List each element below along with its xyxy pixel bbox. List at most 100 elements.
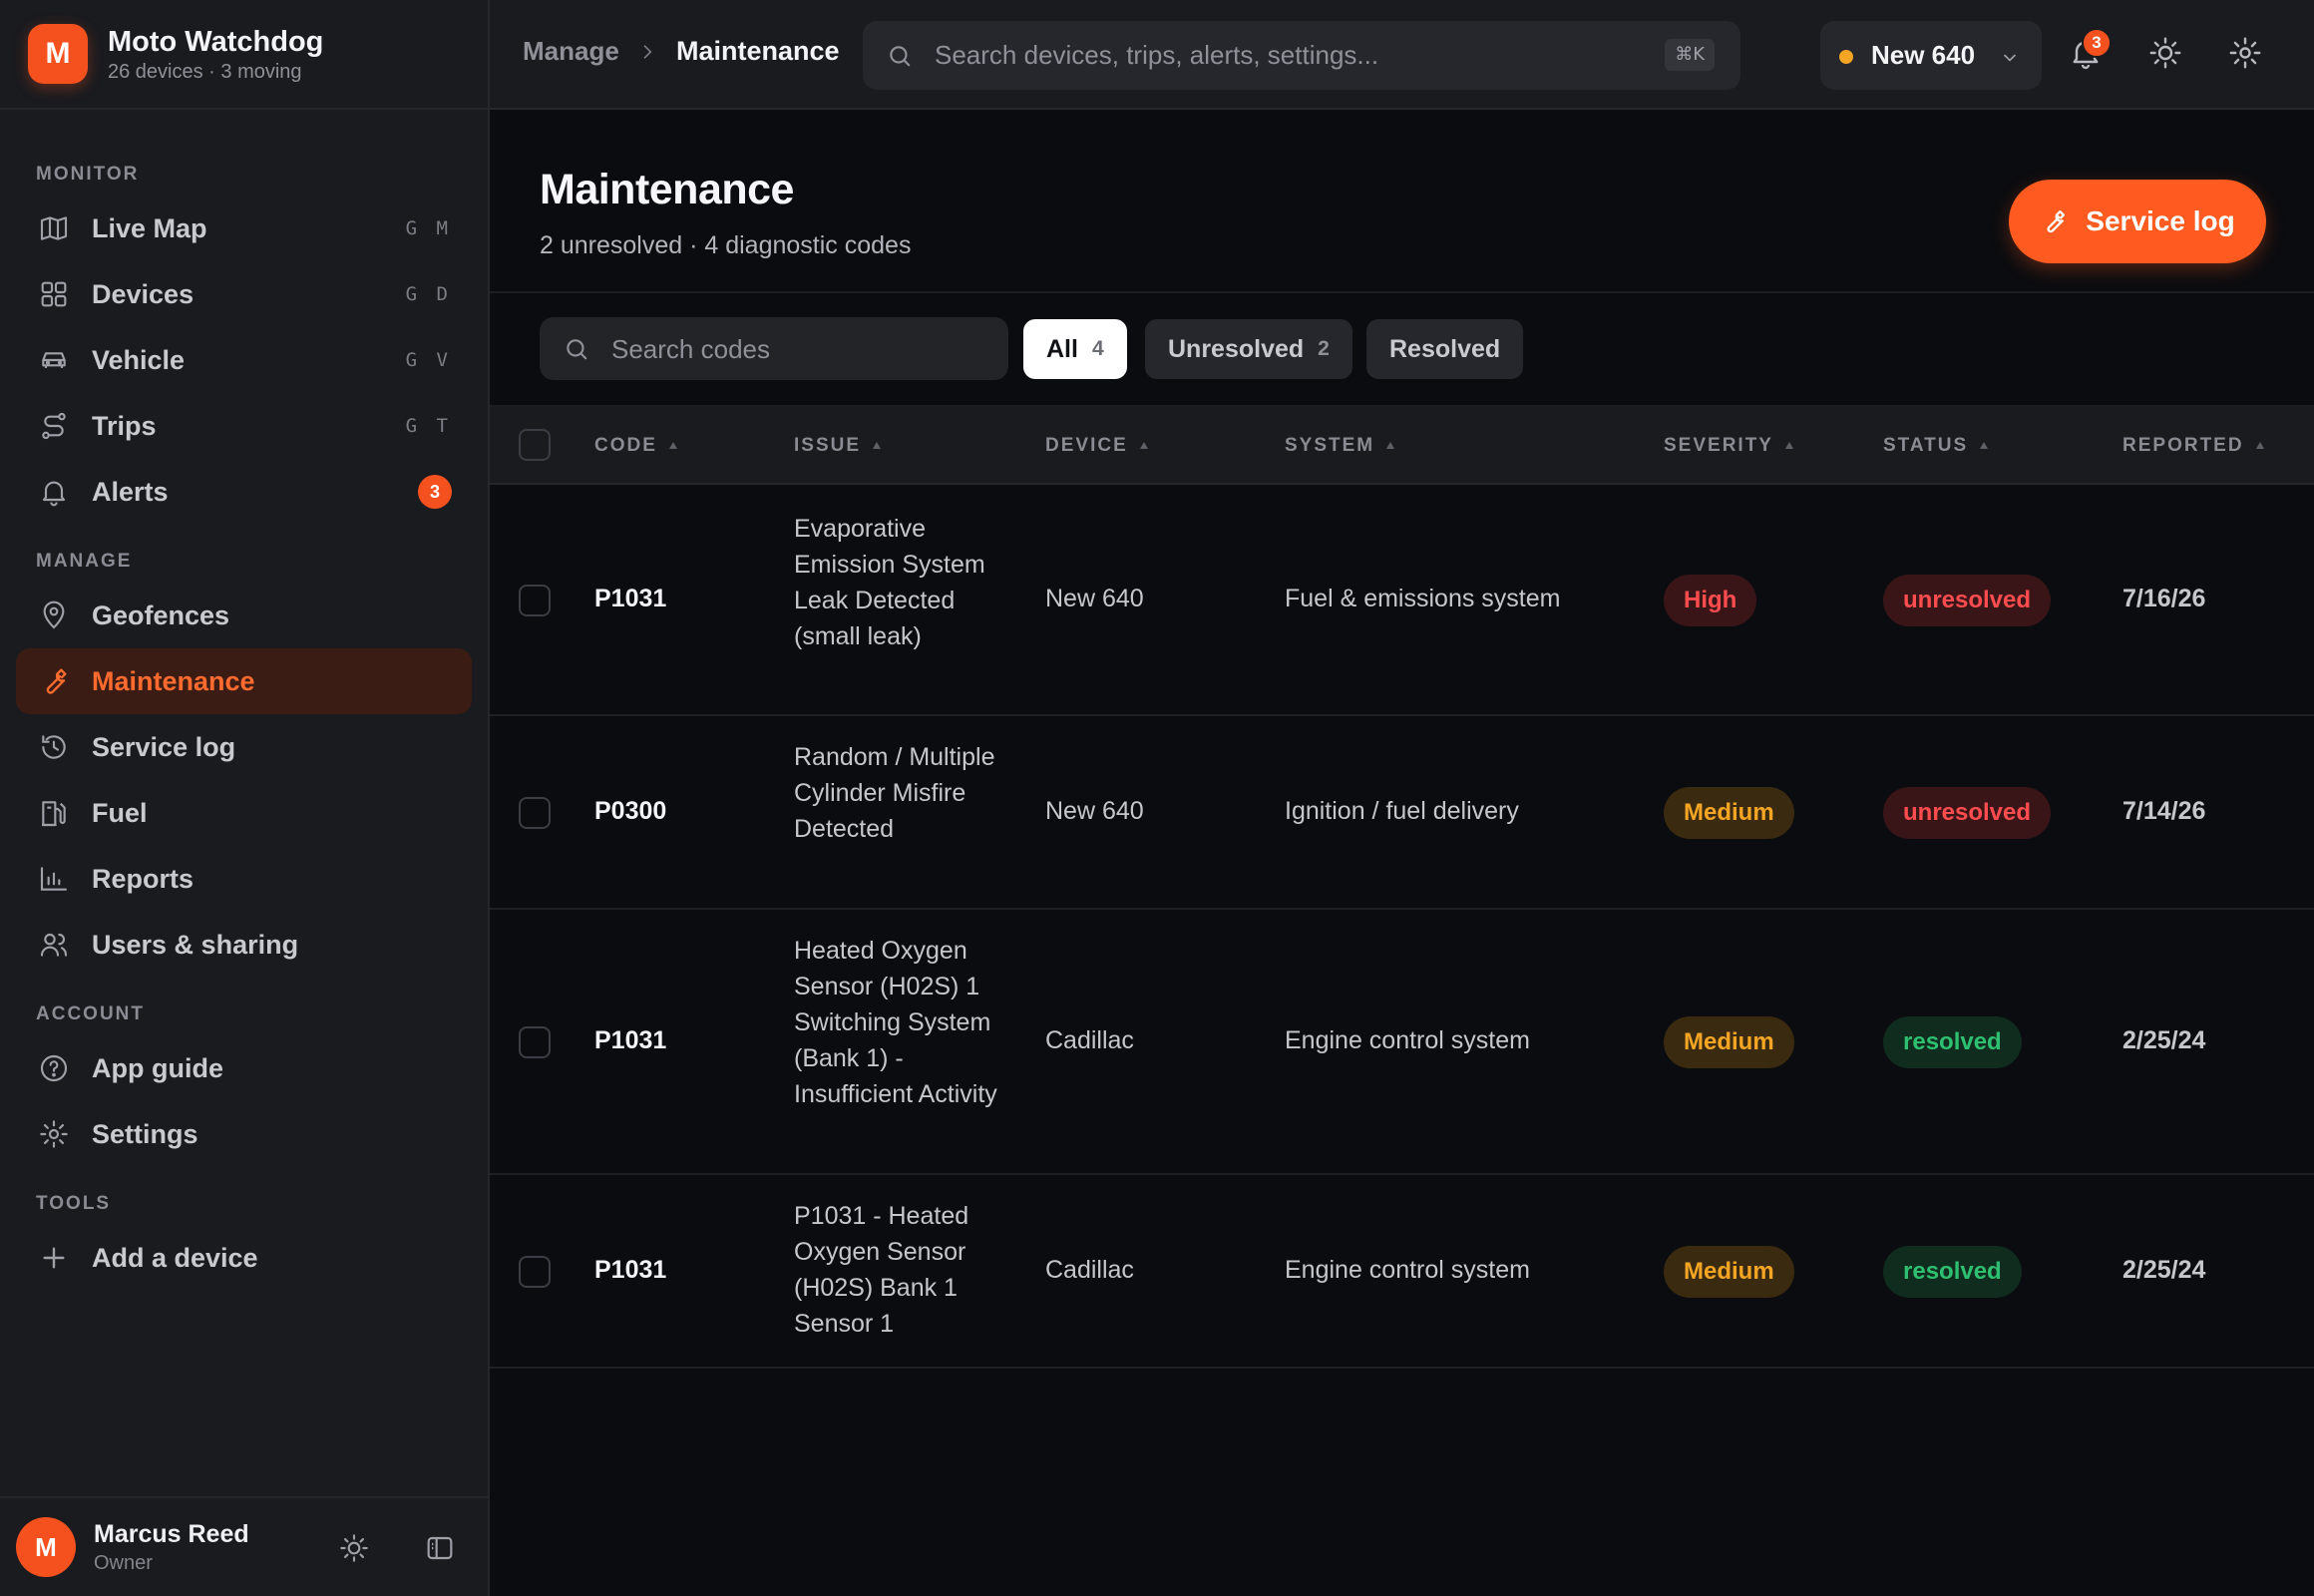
shortcut-hint: G T (405, 415, 452, 437)
gear-icon (2227, 35, 2267, 71)
sun-icon (338, 1532, 370, 1564)
brand-title: Moto Watchdog (108, 25, 324, 58)
plus-icon (38, 1242, 70, 1274)
select-all-checkbox[interactable] (519, 429, 551, 461)
breadcrumb-parent[interactable]: Manage (523, 36, 619, 67)
page-subtitle: 2 unresolved · 4 diagnostic codes (540, 231, 912, 259)
code-search-input[interactable]: Search codes (540, 317, 1008, 380)
search-icon (887, 43, 913, 69)
sidebar-item-service-log[interactable]: Service log (16, 714, 472, 780)
shortcut-hint: G V (405, 349, 452, 371)
users-icon (38, 929, 70, 961)
sidebar-item-alerts[interactable]: Alerts 3 (16, 459, 472, 525)
sidebar-item-maintenance[interactable]: Maintenance (16, 648, 472, 714)
sidebar-item-live-map[interactable]: Live Map G M (16, 196, 472, 261)
global-search-input[interactable]: Search devices, trips, alerts, settings.… (863, 21, 1740, 90)
chip-count: 2 (1318, 337, 1330, 360)
filter-chip-resolved[interactable]: Resolved (1366, 319, 1524, 379)
history-icon (38, 731, 70, 763)
filter-chip-unresolved[interactable]: Unresolved 2 (1145, 319, 1352, 379)
collapse-sidebar-button[interactable] (420, 1528, 460, 1568)
sidebar-item-label: App guide (92, 1052, 223, 1083)
service-log-button[interactable]: Service log (2009, 180, 2266, 263)
fuel-icon (38, 797, 70, 829)
sidebar-item-label: Vehicle (92, 344, 186, 375)
table-row[interactable]: P1031 Heated Oxygen Sensor (H02S) 1 Swit… (490, 910, 2314, 1175)
row-checkbox[interactable] (519, 797, 551, 829)
sidebar-item-trips[interactable]: Trips G T (16, 393, 472, 459)
settings-button[interactable] (2227, 35, 2267, 75)
dtc-code: P0300 (594, 797, 667, 825)
row-checkbox[interactable] (519, 1026, 551, 1058)
reported-date: 7/14/26 (2122, 797, 2206, 825)
sidebar-panel-icon (424, 1532, 456, 1564)
chip-count: 4 (1091, 337, 1104, 360)
issue-description: Random / Multiple Cylinder Misfire Detec… (794, 743, 995, 843)
sidebar-item-reports[interactable]: Reports (16, 846, 472, 912)
device-name: New 640 (1045, 797, 1144, 825)
sidebar-item-add-device[interactable]: Add a device (16, 1225, 472, 1291)
brand-logo[interactable]: M (28, 24, 88, 84)
theme-toggle-button[interactable] (2147, 35, 2187, 75)
chip-label: All (1046, 334, 1078, 363)
table-row[interactable]: P1031 Evaporative Emission System Leak D… (490, 485, 2314, 716)
theme-toggle-button[interactable] (334, 1528, 374, 1568)
alerts-count-badge: 3 (418, 475, 452, 509)
avatar[interactable]: M (16, 1517, 76, 1577)
table-row[interactable]: P0300 Random / Multiple Cylinder Misfire… (490, 716, 2314, 910)
dtc-code: P1031 (594, 1256, 667, 1284)
sidebar-item-users-sharing[interactable]: Users & sharing (16, 912, 472, 978)
main-content: Maintenance 2 unresolved · 4 diagnostic … (490, 110, 2314, 1596)
sidebar-item-label: Users & sharing (92, 929, 299, 960)
system-name: Engine control system (1285, 1026, 1530, 1054)
column-header-code[interactable]: CODE (594, 435, 679, 457)
sort-arrow-icon (2254, 440, 2266, 452)
route-icon (38, 410, 70, 442)
sidebar-item-geofences[interactable]: Geofences (16, 583, 472, 648)
sidebar-item-label: Reports (92, 863, 194, 894)
section-label-monitor: MONITOR (36, 164, 140, 185)
column-header-label: ISSUE (794, 435, 862, 456)
column-header-status[interactable]: STATUS (1883, 435, 1990, 457)
column-header-label: SYSTEM (1285, 435, 1375, 456)
table-row[interactable]: P1031 P1031 - Heated Oxygen Sensor (H02S… (490, 1175, 2314, 1369)
sidebar-item-label: Maintenance (92, 665, 255, 696)
help-icon (38, 1052, 70, 1084)
code-search-placeholder: Search codes (611, 334, 770, 364)
sort-arrow-icon (1978, 440, 1990, 452)
device-name: New 640 (1045, 585, 1144, 612)
system-name: Ignition / fuel delivery (1285, 797, 1519, 825)
sidebar-item-vehicle[interactable]: Vehicle G V (16, 327, 472, 393)
sidebar-item-label: Live Map (92, 212, 207, 243)
severity-badge: High (1664, 575, 1757, 626)
column-header-severity[interactable]: SEVERITY (1664, 435, 1795, 457)
row-checkbox[interactable] (519, 585, 551, 616)
system-name: Fuel & emissions system (1285, 585, 1561, 612)
sidebar-item-label: Alerts (92, 476, 169, 507)
user-role: Owner (94, 1551, 153, 1574)
row-checkbox[interactable] (519, 1256, 551, 1288)
column-header-device[interactable]: DEVICE (1045, 435, 1150, 457)
chip-label: Unresolved (1168, 334, 1305, 363)
sidebar-item-fuel[interactable]: Fuel (16, 780, 472, 846)
filter-chip-all[interactable]: All 4 (1023, 319, 1127, 379)
column-header-system[interactable]: SYSTEM (1285, 435, 1396, 457)
column-header-issue[interactable]: ISSUE (794, 435, 883, 457)
search-placeholder: Search devices, trips, alerts, settings.… (935, 40, 1379, 70)
bar-chart-icon (38, 863, 70, 895)
sort-arrow-icon (1138, 440, 1150, 452)
divider (490, 291, 2314, 293)
sidebar-item-label: Trips (92, 410, 157, 441)
reported-date: 7/16/26 (2122, 585, 2206, 612)
device-selector[interactable]: New 640 (1820, 21, 2042, 90)
column-header-reported[interactable]: REPORTED (2122, 435, 2266, 457)
reported-date: 2/25/24 (2122, 1256, 2206, 1284)
search-shortcut-hint: ⌘K (1665, 39, 1715, 71)
dtc-code: P1031 (594, 585, 667, 612)
sidebar-item-settings[interactable]: Settings (16, 1101, 472, 1167)
status-badge: resolved (1883, 1246, 2022, 1298)
brand-header: M Moto Watchdog 26 devices · 3 moving (0, 0, 488, 110)
device-name: Cadillac (1045, 1256, 1134, 1284)
sidebar-item-app-guide[interactable]: App guide (16, 1035, 472, 1101)
sidebar-item-devices[interactable]: Devices G D (16, 261, 472, 327)
